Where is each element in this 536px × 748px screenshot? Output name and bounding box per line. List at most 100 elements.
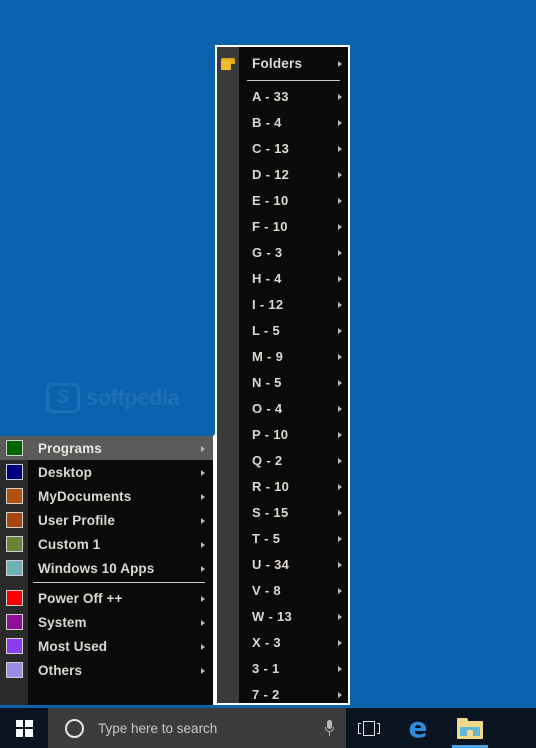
folders-item[interactable]: R - 10	[217, 473, 348, 499]
folders-item-label: T - 5	[252, 530, 281, 546]
start-menu-item[interactable]: Desktop	[0, 460, 213, 484]
start-menu-item-label: Programs	[38, 440, 102, 456]
start-menu-item[interactable]: Others	[0, 658, 213, 682]
folders-item-label: R - 10	[252, 478, 290, 494]
task-view-icon[interactable]	[346, 708, 392, 748]
desktop-screen: S softpedia Folders A - 33 B - 4 C - 13 D -…	[0, 0, 536, 748]
submenu-arrow-icon	[332, 503, 348, 521]
folders-item-label: E - 10	[252, 192, 289, 208]
folders-item-label: W - 13	[252, 608, 293, 624]
submenu-arrow-icon	[332, 659, 348, 677]
folders-item[interactable]: T - 5	[217, 525, 348, 551]
folders-item[interactable]: U - 34	[217, 551, 348, 577]
submenu-arrow-icon	[193, 559, 213, 577]
start-menu-item-color-swatch	[0, 488, 28, 504]
start-menu-item[interactable]: Windows 10 Apps	[0, 556, 213, 580]
start-menu-item-label: Others	[38, 662, 83, 678]
folders-item[interactable]: D - 12	[217, 161, 348, 187]
submenu-arrow-icon	[332, 217, 348, 235]
folders-item-label: G - 3	[252, 244, 283, 260]
submenu-arrow-icon	[332, 425, 348, 443]
folders-item-label: H - 4	[252, 270, 282, 286]
folders-item[interactable]: N - 5	[217, 369, 348, 395]
start-menu-item-color-swatch	[0, 464, 28, 480]
folders-item[interactable]: G - 3	[217, 239, 348, 265]
start-menu-item[interactable]: Programs	[0, 436, 213, 460]
folders-item-label: X - 3	[252, 634, 281, 650]
start-button[interactable]	[0, 708, 48, 748]
folders-item[interactable]: 7 - 2	[217, 681, 348, 703]
submenu-arrow-icon	[332, 399, 348, 417]
start-menu-item-label: Windows 10 Apps	[38, 560, 155, 576]
folders-item[interactable]: E - 10	[217, 187, 348, 213]
submenu-arrow-icon	[193, 613, 213, 631]
start-menu-item[interactable]: Most Used	[0, 634, 213, 658]
folders-submenu-panel: Folders A - 33 B - 4 C - 13 D - 12 E - 10 F -…	[215, 45, 350, 705]
watermark-label: softpedia	[86, 385, 180, 410]
start-menu-item[interactable]: Custom 1	[0, 532, 213, 556]
folders-item[interactable]: A - 33	[217, 83, 348, 109]
folders-item-label: O - 4	[252, 400, 283, 416]
folders-item-label: F - 10	[252, 218, 288, 234]
microphone-icon[interactable]	[312, 720, 346, 736]
start-menu-item-label: Most Used	[38, 638, 108, 654]
start-menu-item[interactable]: System	[0, 610, 213, 634]
folders-item[interactable]: O - 4	[217, 395, 348, 421]
folders-item[interactable]: P - 10	[217, 421, 348, 447]
submenu-arrow-icon	[332, 347, 348, 365]
folders-item[interactable]: L - 5	[217, 317, 348, 343]
submenu-arrow-icon	[193, 511, 213, 529]
submenu-arrow-icon	[332, 269, 348, 287]
submenu-arrow-icon	[332, 685, 348, 703]
folders-item[interactable]: I - 12	[217, 291, 348, 317]
folders-item[interactable]: H - 4	[217, 265, 348, 291]
main-menu-item-list: Programs Desktop MyDocuments User Profile Cu…	[0, 436, 213, 682]
folders-item[interactable]: B - 4	[217, 109, 348, 135]
submenu-arrow-icon	[193, 637, 213, 655]
search-input[interactable]: Type here to search	[84, 721, 312, 736]
edge-browser-icon[interactable]: e	[392, 708, 444, 748]
start-menu-item-color-swatch	[0, 536, 28, 552]
start-menu-item-label: Custom 1	[38, 536, 101, 552]
submenu-arrow-icon	[332, 529, 348, 547]
folders-header-item[interactable]: Folders	[217, 47, 348, 79]
folders-header-label: Folders	[252, 55, 303, 71]
folders-item-label: B - 4	[252, 114, 282, 130]
folders-item[interactable]: X - 3	[217, 629, 348, 655]
folders-item[interactable]: F - 10	[217, 213, 348, 239]
folders-item[interactable]: 3 - 1	[217, 655, 348, 681]
submenu-arrow-icon	[193, 487, 213, 505]
submenu-arrow-icon	[332, 451, 348, 469]
start-menu-separator	[33, 582, 205, 583]
folders-item[interactable]: W - 13	[217, 603, 348, 629]
folders-item[interactable]: S - 15	[217, 499, 348, 525]
start-menu-item-color-swatch	[0, 614, 28, 630]
cortana-circle-icon[interactable]	[65, 718, 84, 738]
softpedia-logo-icon: S	[46, 383, 80, 413]
start-menu-item[interactable]: Power Off ++	[0, 586, 213, 610]
start-menu-panel: Programs Desktop MyDocuments User Profile Cu…	[0, 434, 215, 705]
submenu-arrow-icon	[332, 139, 348, 157]
file-explorer-icon[interactable]	[444, 708, 496, 748]
start-menu-item-label: User Profile	[38, 512, 115, 528]
start-menu-item-label: MyDocuments	[38, 488, 132, 504]
folders-item-label: N - 5	[252, 374, 282, 390]
submenu-arrow-icon	[332, 633, 348, 651]
folders-item[interactable]: M - 9	[217, 343, 348, 369]
submenu-arrow-icon	[332, 54, 348, 72]
start-menu-item[interactable]: MyDocuments	[0, 484, 213, 508]
folders-item[interactable]: Q - 2	[217, 447, 348, 473]
submenu-arrow-icon	[332, 321, 348, 339]
start-menu-item-color-swatch	[0, 440, 28, 456]
start-menu-item-color-swatch	[0, 512, 28, 528]
folders-item[interactable]: V - 8	[217, 577, 348, 603]
folders-item[interactable]: C - 13	[217, 135, 348, 161]
folders-item-label: D - 12	[252, 166, 290, 182]
folders-item-label: I - 12	[252, 296, 284, 312]
start-menu-item[interactable]: User Profile	[0, 508, 213, 532]
folders-item-label: 3 - 1	[252, 660, 280, 676]
edge-glyph: e	[408, 711, 428, 744]
search-box[interactable]: Type here to search	[48, 708, 346, 748]
submenu-arrow-icon	[332, 113, 348, 131]
submenu-arrow-icon	[193, 589, 213, 607]
